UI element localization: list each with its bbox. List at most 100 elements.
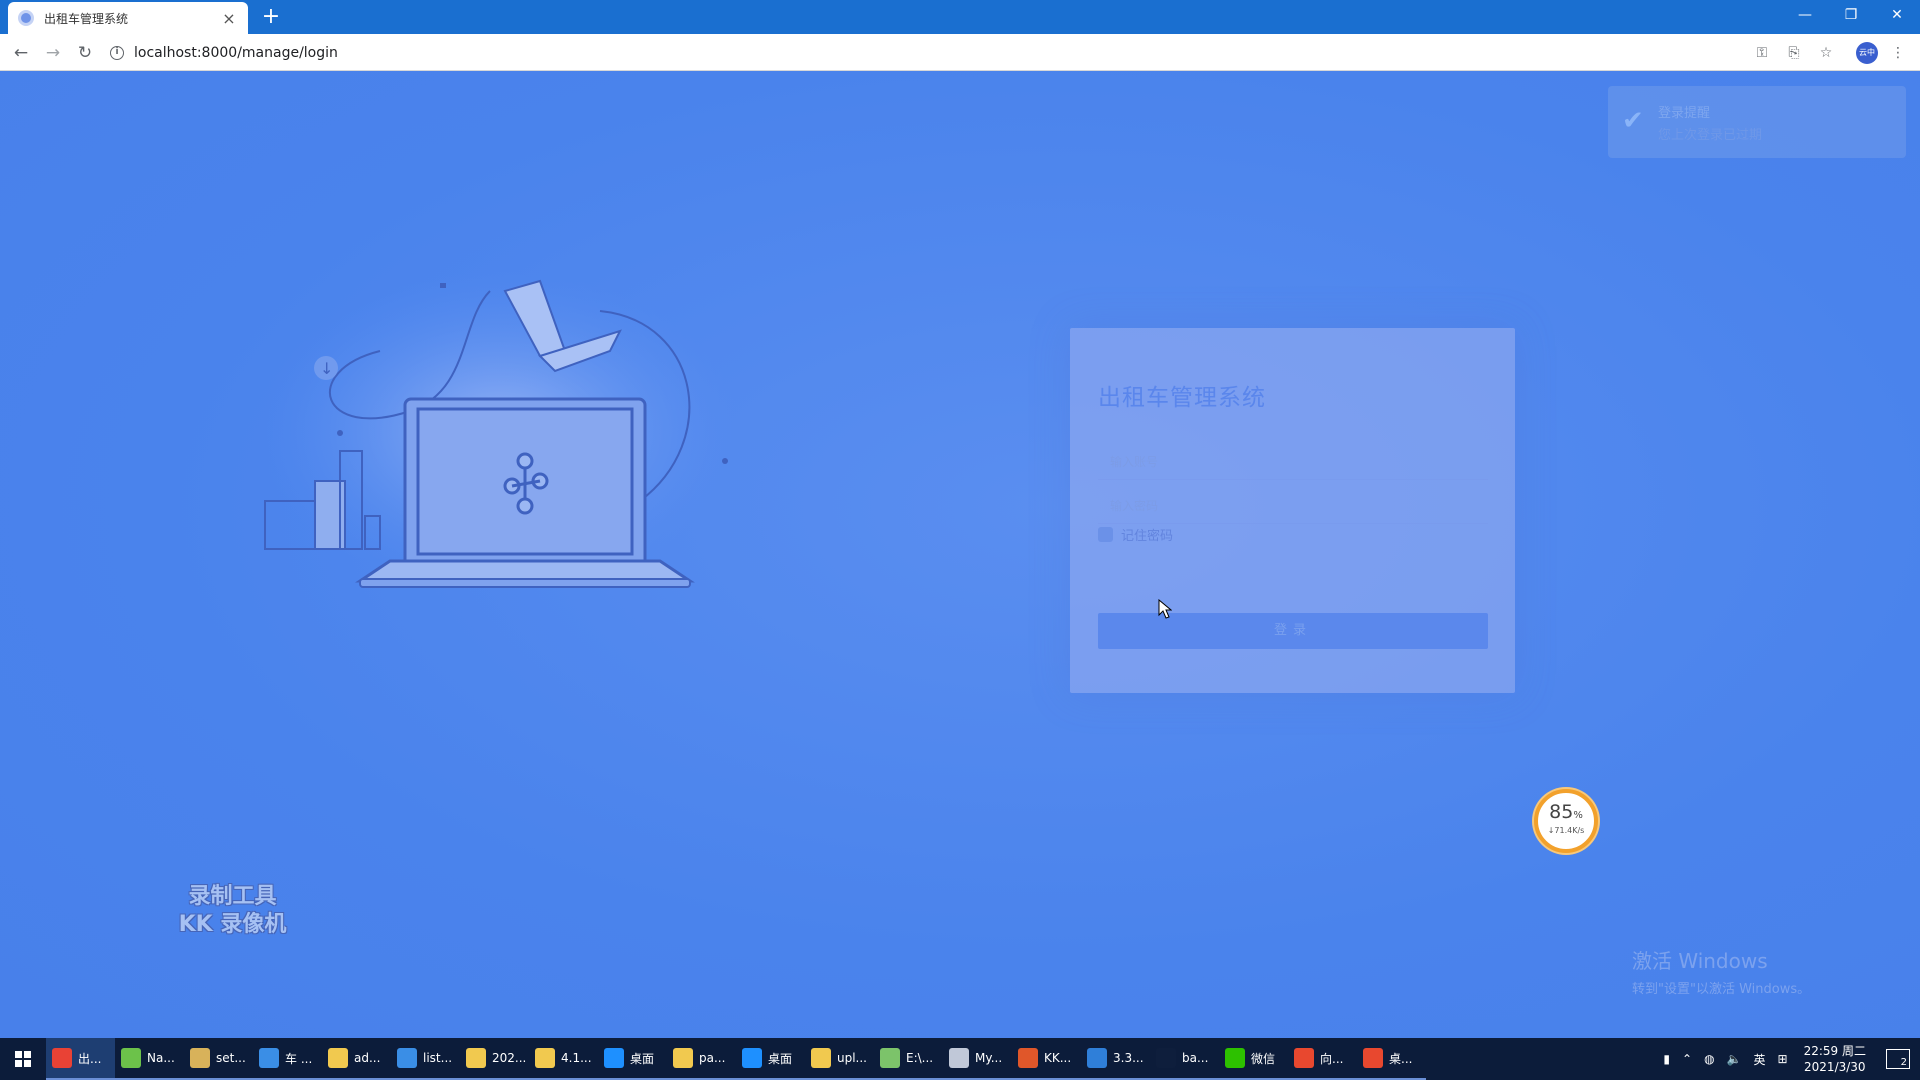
desktop-icon xyxy=(742,1048,762,1068)
address-bar[interactable]: i localhost:8000/manage/login xyxy=(110,39,1850,67)
login-button[interactable]: 登录 xyxy=(1098,613,1488,649)
photoshop-icon xyxy=(1156,1048,1176,1068)
network-speed-meter[interactable]: 85% ↓71.4K/s xyxy=(1534,789,1598,853)
taskbar-item[interactable]: 桌面 xyxy=(598,1038,667,1080)
network-icon[interactable]: ◍ xyxy=(1704,1052,1714,1066)
wechat-icon xyxy=(1225,1048,1245,1068)
profile-avatar[interactable]: 云中 xyxy=(1856,42,1878,64)
ime-indicator[interactable]: 英 xyxy=(1754,1051,1766,1068)
username-field[interactable] xyxy=(1098,444,1488,480)
taskbar-item[interactable]: 4.1... xyxy=(529,1038,598,1080)
app-icon xyxy=(1363,1048,1383,1068)
taskbar-item-label: set... xyxy=(216,1051,246,1065)
back-button[interactable]: ← xyxy=(8,40,34,66)
taskbar-item-label: My... xyxy=(975,1051,1003,1065)
login-page: ✔ 登录提醒 您上次登录已过期 ↓ 出租车管理系统 输入账号 记住密码 登录 8… xyxy=(0,71,1920,1038)
taskbar-item-label: 4.1... xyxy=(561,1051,592,1065)
taskbar-item[interactable]: 出... xyxy=(46,1038,115,1080)
file-icon xyxy=(466,1048,486,1068)
laptop-icon xyxy=(355,397,695,588)
reload-button[interactable]: ↻ xyxy=(72,40,98,66)
pen-icon xyxy=(949,1048,969,1068)
kk-recorder-icon xyxy=(1018,1048,1038,1068)
battery-icon[interactable]: ▮ xyxy=(1663,1052,1670,1066)
taskbar-item[interactable]: 202... xyxy=(460,1038,529,1080)
taskbar-item[interactable]: E:\... xyxy=(874,1038,943,1080)
close-window-button[interactable]: ✕ xyxy=(1874,0,1920,30)
taskbar-item-label: 202... xyxy=(492,1051,527,1065)
activate-title: 激活 Windows xyxy=(1632,949,1768,973)
bookmark-star-icon[interactable]: ☆ xyxy=(1814,40,1838,66)
checkmark-icon: ✔ xyxy=(1622,106,1644,136)
password-key-icon[interactable]: ⚿ xyxy=(1750,40,1774,66)
taskbar-item[interactable]: upl... xyxy=(805,1038,874,1080)
chrome-icon xyxy=(52,1048,72,1068)
browser-toolbar: ← → ↻ i localhost:8000/manage/login ⚿ ⎘ … xyxy=(0,34,1920,71)
taskbar-item[interactable]: KK... xyxy=(1012,1038,1081,1080)
taskbar-item[interactable]: Na... xyxy=(115,1038,184,1080)
system-tray: ▮ ⌃ ◍ 🔈 英 ⊞ 22:59 周二 2021/3/30 2 xyxy=(1657,1038,1920,1080)
taskbar-item[interactable]: 桌... xyxy=(1357,1038,1426,1080)
arrow-down-icon: ↓ xyxy=(320,359,333,378)
remember-password[interactable]: 记住密码 xyxy=(1098,525,1173,544)
new-tab-button[interactable]: + xyxy=(258,4,284,30)
watermark-line1: 录制工具 xyxy=(188,884,277,909)
toast-message: 您上次登录已过期 xyxy=(1658,128,1763,143)
taskbar-item[interactable]: ba... xyxy=(1150,1038,1219,1080)
taskbar-item[interactable]: ad... xyxy=(322,1038,391,1080)
volume-icon[interactable]: 🔈 xyxy=(1727,1052,1742,1066)
netmeter-percent: 85 xyxy=(1549,801,1574,823)
desktop-icon xyxy=(604,1048,624,1068)
system-clock[interactable]: 22:59 周二 2021/3/30 xyxy=(1804,1043,1866,1075)
webstorm-icon xyxy=(397,1048,417,1068)
keyboard-grid-icon[interactable]: ⊞ xyxy=(1778,1052,1788,1066)
taskbar-item[interactable]: 微信 xyxy=(1219,1038,1288,1080)
clock-date: 2021/3/30 xyxy=(1804,1060,1866,1074)
site-info-icon[interactable]: i xyxy=(110,46,124,60)
file-icon xyxy=(673,1048,693,1068)
action-center-icon[interactable]: 2 xyxy=(1886,1049,1910,1069)
username-input[interactable] xyxy=(1098,444,1488,479)
windows-taskbar: 出... Na... set... 车 ... ad... list... 202... 4.… xyxy=(0,1038,1920,1080)
notification-toast: ✔ 登录提醒 您上次登录已过期 xyxy=(1608,86,1906,158)
minimize-button[interactable]: — xyxy=(1782,0,1828,30)
navicat-icon xyxy=(121,1048,141,1068)
forward-button[interactable]: → xyxy=(40,40,66,66)
taskbar-item-label: ba... xyxy=(1182,1051,1209,1065)
remember-checkbox[interactable] xyxy=(1098,527,1113,542)
tab-title: 出租车管理系统 xyxy=(44,11,129,26)
tab-close-icon[interactable]: × xyxy=(220,9,238,28)
translate-icon[interactable]: ⎘ xyxy=(1782,40,1806,66)
clock-time: 22:59 周二 xyxy=(1803,1044,1866,1058)
taskbar-item[interactable]: 桌面 xyxy=(736,1038,805,1080)
taskbar-item-label: ad... xyxy=(354,1051,381,1065)
browser-tab-active[interactable]: 出租车管理系统 × xyxy=(8,2,248,34)
taskbar-item[interactable]: 向... xyxy=(1288,1038,1357,1080)
password-field[interactable] xyxy=(1098,488,1488,524)
restore-button[interactable]: ❐ xyxy=(1828,0,1874,30)
taskbar-item-label: list... xyxy=(423,1051,453,1065)
taskbar-item-label: upl... xyxy=(837,1051,867,1065)
toast-title: 登录提醒 xyxy=(1658,106,1711,121)
start-button[interactable] xyxy=(0,1038,46,1080)
taskbar-item-label: pa... xyxy=(699,1051,726,1065)
activate-windows-watermark: 激活 Windows 转到"设置"以激活 Windows。 xyxy=(1632,945,1810,997)
webstorm-icon xyxy=(259,1048,279,1068)
file-icon xyxy=(535,1048,555,1068)
taskbar-item[interactable]: list... xyxy=(391,1038,460,1080)
taskbar-item[interactable]: 3.3... xyxy=(1081,1038,1150,1080)
mouse-cursor-icon xyxy=(1158,599,1172,619)
url-text[interactable]: localhost:8000/manage/login xyxy=(134,45,338,61)
taskbar-item[interactable]: My... xyxy=(943,1038,1012,1080)
taskbar-item[interactable]: 车 ... xyxy=(253,1038,322,1080)
watermark-line2: KK 录像机 xyxy=(178,912,287,937)
taskbar-item-label: 桌面 xyxy=(768,1051,793,1066)
taskbar-item[interactable]: set... xyxy=(184,1038,253,1080)
taskbar-item[interactable]: pa... xyxy=(667,1038,736,1080)
activate-subtitle: 转到"设置"以激活 Windows。 xyxy=(1632,982,1811,997)
show-hidden-icons-icon[interactable]: ⌃ xyxy=(1682,1052,1692,1066)
menu-kebab-icon[interactable]: ⋮ xyxy=(1886,40,1910,66)
file-icon xyxy=(328,1048,348,1068)
password-input[interactable] xyxy=(1098,488,1488,523)
vscode-icon xyxy=(1087,1048,1107,1068)
